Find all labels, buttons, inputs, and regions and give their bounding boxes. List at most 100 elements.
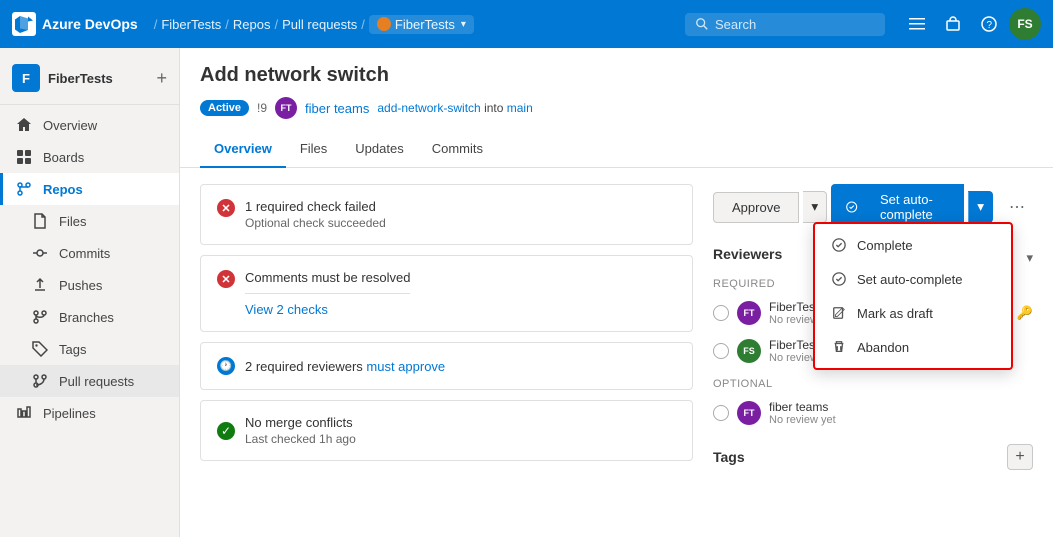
auto-complete-label: Set auto-complete: [864, 192, 950, 222]
reviewers-title: Reviewers: [713, 246, 782, 262]
bc-pull-requests[interactable]: Pull requests: [282, 17, 357, 32]
check-error-circle: ✕: [217, 199, 235, 217]
pr-left-panel: ✕ 1 required check failed Optional check…: [200, 184, 713, 471]
check-card-comments: ✕ Comments must be resolved View 2 check…: [200, 255, 693, 332]
action-bar: Approve ▾ Set auto-complete ▾ ⋯: [713, 184, 1033, 230]
check-title-1: 1 required check failed: [245, 199, 386, 214]
sidebar-project: F FiberTests +: [0, 56, 179, 105]
bc-pr-name[interactable]: FiberTests ▾: [369, 15, 474, 34]
sidebar-item-overview[interactable]: Overview: [0, 109, 179, 141]
merge-check-card: ✓ No merge conflicts Last checked 1h ago: [200, 400, 693, 461]
reviewer-avatar-1: FS: [737, 339, 761, 363]
menu-icon-btn[interactable]: [901, 8, 933, 40]
reviewer-radio-0[interactable]: [713, 305, 729, 321]
tags-add-btn[interactable]: +: [1007, 444, 1033, 470]
svg-text:?: ?: [987, 20, 993, 31]
dropdown-item-complete[interactable]: Complete: [815, 228, 1011, 262]
basket-icon-btn[interactable]: [937, 8, 969, 40]
help-icon-btn[interactable]: ?: [973, 8, 1005, 40]
sidebar-item-files[interactable]: Files: [0, 205, 179, 237]
sidebar-item-branches[interactable]: Branches: [0, 301, 179, 333]
approve-button[interactable]: Approve: [713, 192, 799, 223]
check-sub-1: Optional check succeeded: [245, 216, 386, 230]
pr-id: !9: [257, 101, 267, 115]
app-logo[interactable]: Azure DevOps: [12, 12, 138, 36]
view-checks-link[interactable]: View 2 checks: [245, 302, 328, 317]
sidebar-item-commits[interactable]: Commits: [0, 237, 179, 269]
reviewers-check-card: 🕐 2 required reviewers must approve: [200, 342, 693, 390]
tab-files[interactable]: Files: [286, 131, 341, 168]
search-box[interactable]: Search: [685, 13, 885, 36]
bc-repos[interactable]: Repos: [233, 17, 271, 32]
author-name[interactable]: fiber teams: [305, 101, 369, 116]
top-nav: Azure DevOps / FiberTests / Repos / Pull…: [0, 0, 1053, 48]
reviewers-expand-icon[interactable]: ▾: [1026, 250, 1033, 266]
sidebar-label-pipelines: Pipelines: [43, 406, 96, 421]
must-approve-link[interactable]: must approve: [366, 359, 445, 374]
approve-dropdown-btn[interactable]: ▾: [803, 191, 827, 223]
tab-updates[interactable]: Updates: [341, 131, 417, 168]
main-layout: F FiberTests + Overview Boards Repos: [0, 48, 1053, 537]
sidebar-add-btn[interactable]: +: [156, 68, 167, 89]
bc-pr-label: FiberTests: [395, 17, 455, 32]
check-error-circle-2: ✕: [217, 270, 235, 288]
project-name: FiberTests: [48, 71, 113, 86]
reviewer-info-opt-0: fiber teams No review yet: [769, 400, 1033, 426]
branch-from[interactable]: add-network-switch: [377, 101, 480, 115]
azure-devops-icon: [12, 12, 36, 36]
merge-check-sub: Last checked 1h ago: [245, 432, 356, 446]
pr-nav-icon: [377, 17, 391, 31]
branch-link[interactable]: add-network-switch into main: [377, 101, 532, 115]
reviewer-key-icon: 🔑: [1017, 305, 1033, 321]
pushes-icon: [31, 276, 49, 294]
dropdown-item-mark-as-draft[interactable]: Mark as draft: [815, 296, 1011, 330]
reviewer-status-opt-0: No review yet: [769, 414, 1033, 426]
dropdown-item-set-auto-complete[interactable]: Set auto-complete: [815, 262, 1011, 296]
tags-section: Tags +: [713, 444, 1033, 470]
sidebar-label-boards: Boards: [43, 150, 84, 165]
reviewer-radio-opt-0[interactable]: [713, 405, 729, 421]
sidebar-label-pushes: Pushes: [59, 278, 102, 293]
sidebar-label-pull-requests: Pull requests: [59, 374, 134, 389]
pr-status-badge: Active: [200, 100, 249, 116]
pr-right-panel: Approve ▾ Set auto-complete ▾ ⋯: [713, 184, 1033, 471]
pipelines-icon: [15, 404, 33, 422]
project-icon: F: [12, 64, 40, 92]
author-avatar: FT: [275, 97, 297, 119]
more-options-btn[interactable]: ⋯: [1001, 191, 1033, 223]
content-area: Add network switch Active !9 FT fiber te…: [180, 48, 1053, 537]
reviewers-check-title: 2 required reviewers must approve: [245, 359, 445, 374]
sidebar-item-pipelines[interactable]: Pipelines: [0, 397, 179, 429]
pr-title: Add network switch: [200, 64, 1033, 87]
tab-overview[interactable]: Overview: [200, 131, 286, 168]
app-name: Azure DevOps: [42, 16, 138, 32]
branch-to[interactable]: main: [507, 101, 533, 115]
tab-commits[interactable]: Commits: [418, 131, 497, 168]
sidebar-item-repos[interactable]: Repos: [0, 173, 179, 205]
dropdown-item-abandon[interactable]: Abandon: [815, 330, 1011, 364]
pr-meta: Active !9 FT fiber teams add-network-swi…: [200, 97, 1033, 119]
dropdown-menu: Complete Set auto-complete: [813, 222, 1013, 370]
pr-icon: [31, 372, 49, 390]
sidebar-item-pull-requests[interactable]: Pull requests: [0, 365, 179, 397]
boards-icon: [15, 148, 33, 166]
bc-fibertests[interactable]: FiberTests: [161, 17, 221, 32]
optional-label: Optional: [713, 378, 1033, 390]
auto-complete-dropdown-btn[interactable]: ▾: [968, 191, 993, 223]
dropdown-label-set-auto-complete: Set auto-complete: [857, 272, 963, 287]
files-icon: [31, 212, 49, 230]
draft-icon: [831, 305, 847, 321]
user-avatar[interactable]: FS: [1009, 8, 1041, 40]
reviewer-radio-1[interactable]: [713, 343, 729, 359]
check-card-required: ✕ 1 required check failed Optional check…: [200, 184, 693, 245]
sidebar-item-tags[interactable]: Tags: [0, 333, 179, 365]
set-auto-complete-icon: [831, 271, 847, 287]
check-content-2: Comments must be resolved View 2 checks: [245, 270, 410, 317]
dropdown-label-complete: Complete: [857, 238, 913, 253]
pr-header: Add network switch Active !9 FT fiber te…: [180, 48, 1053, 119]
check-content-1: 1 required check failed Optional check s…: [245, 199, 386, 230]
sidebar-item-pushes[interactable]: Pushes: [0, 269, 179, 301]
sidebar-label-commits: Commits: [59, 246, 110, 261]
bc-chevron-icon: ▾: [461, 19, 466, 30]
sidebar-item-boards[interactable]: Boards: [0, 141, 179, 173]
